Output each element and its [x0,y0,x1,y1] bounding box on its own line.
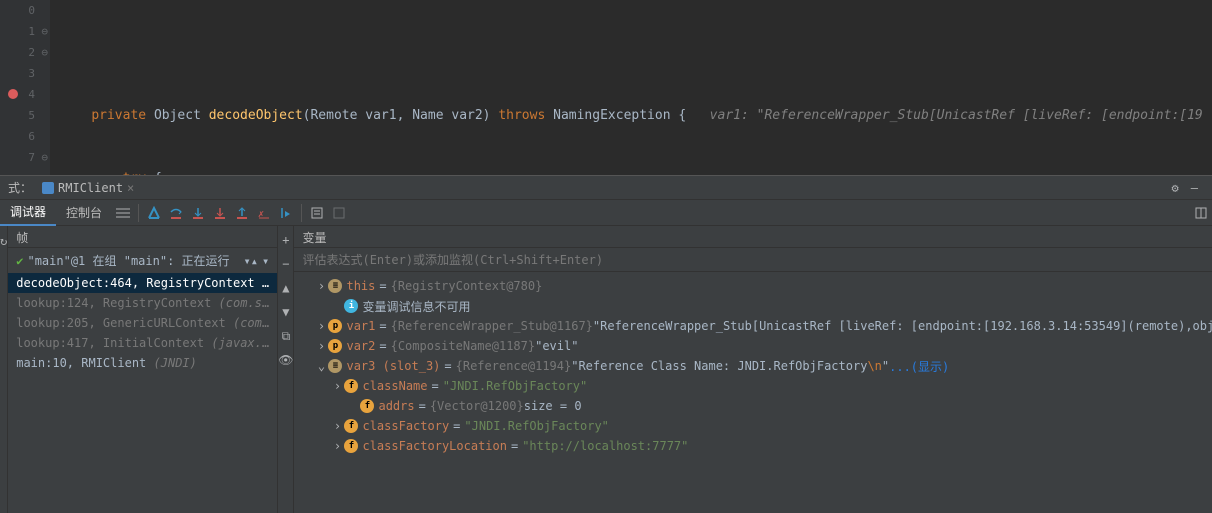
step-out-icon[interactable] [231,202,253,224]
settings-icon[interactable]: ⚙ [1166,181,1185,195]
code-area[interactable]: private Object decodeObject(Remote var1,… [50,0,1212,175]
fold-icon[interactable]: ⊖ [41,21,48,42]
tab-console[interactable]: 控制台 [56,200,112,225]
up-icon[interactable]: ▲ [278,276,293,300]
code-line [50,42,1212,63]
var-var1[interactable]: ›pvar1={ReferenceWrapper_Stub@1167} "Ref… [298,316,1212,336]
class-icon: ≡ [328,279,342,293]
thread-selector[interactable]: ✔ "main"@1 在组 "main": 正在运行 ▾▴ ▾ [8,248,277,273]
frames-panel: 帧 ✔ "main"@1 在组 "main": 正在运行 ▾▴ ▾ decode… [8,226,278,513]
fold-icon[interactable]: ⊖ [41,42,48,63]
code-line: private Object decodeObject(Remote var1,… [50,105,1212,126]
var-classFactory[interactable]: ›fclassFactory="JNDI.RefObjFactory" [298,416,1212,436]
filter-icon[interactable]: ▾▴ [244,254,258,268]
down-icon[interactable]: ▼ [278,300,293,324]
new-watch-icon[interactable]: + [278,228,293,252]
thread-name: "main"@1 在组 "main": 正在运行 [27,252,229,269]
rerun-icon[interactable]: ↻ [0,230,7,252]
run-to-cursor-icon[interactable] [275,202,297,224]
code-editor[interactable]: 0123 4 567 ⊖ ⊖ ⊖ private Object decodeOb… [0,0,1212,175]
hide-icon[interactable]: — [1185,181,1204,195]
check-icon: ✔ [16,254,23,268]
debug-tool-window: 式： RMIClient × ⚙ — 调试器 控制台 ✗ ↻ 帧 [0,175,1212,513]
editor-gutter: 0123 4 567 ⊖ ⊖ ⊖ [0,0,50,175]
fold-icon[interactable]: ⊖ [41,147,48,168]
run-config-name: RMIClient [58,181,123,195]
var-className[interactable]: ›fclassName="JNDI.RefObjFactory" [298,376,1212,396]
var-classFactoryLocation[interactable]: ›fclassFactoryLocation="http://localhost… [298,436,1212,456]
frames-header: 帧 [8,226,277,248]
show-more-link[interactable]: ...(显示) [889,358,949,375]
dropdown-icon[interactable]: ▾ [262,254,269,268]
run-config-tab[interactable]: RMIClient × [36,179,140,197]
var-info: i变量调试信息不可用 [298,296,1212,316]
show-watches-icon[interactable]: 👁 [278,348,293,372]
field-icon: f [360,399,374,413]
debug-side-toolbar: ↻ [0,226,8,513]
stack-frame[interactable]: lookup:205, GenericURLContext (com.sun.j… [8,313,277,333]
copy-icon[interactable]: ⧉ [278,324,293,348]
field-icon: f [344,439,358,453]
debug-prefix: 式： [8,179,32,196]
variables-tree[interactable]: ›≡this={RegistryContext@780} i变量调试信息不可用 … [294,272,1212,513]
close-icon[interactable]: × [127,181,134,195]
evaluate-expression-input[interactable]: 评估表达式(Enter)或添加监视(Ctrl+Shift+Enter) ∞ ▾ [294,248,1212,272]
eval-placeholder: 评估表达式(Enter)或添加监视(Ctrl+Shift+Enter) [302,251,1212,268]
param-icon: p [328,319,342,333]
stack-frame[interactable]: main:10, RMIClient (JNDI) [8,353,277,373]
evaluate-icon[interactable] [306,202,328,224]
layout-icon[interactable] [1190,202,1212,224]
application-icon [42,182,54,194]
field-icon: f [344,379,358,393]
tab-debugger[interactable]: 调试器 [0,199,56,226]
var-var3[interactable]: ⌄≡var3 (slot_3)={Reference@1194} "Refere… [298,356,1212,376]
threads-icon[interactable] [112,202,134,224]
code-line: try { [50,168,1212,175]
variables-panel: 变量 评估表达式(Enter)或添加监视(Ctrl+Shift+Enter) ∞… [294,226,1212,513]
show-execution-icon[interactable] [143,202,165,224]
stack-frame[interactable]: lookup:417, InitialContext (javax.naming… [8,333,277,353]
var-addrs[interactable]: faddrs={Vector@1200} size = 0 [298,396,1212,416]
var-var2[interactable]: ›pvar2={CompositeName@1187} "evil" [298,336,1212,356]
param-icon: p [328,339,342,353]
frame-list[interactable]: decodeObject:464, RegistryContext (com.s… [8,273,277,513]
vars-side-actions: + − ▲ ▼ ⧉ 👁 [278,226,294,513]
step-over-icon[interactable] [165,202,187,224]
stack-frame[interactable]: decodeObject:464, RegistryContext (com.s… [8,273,277,293]
field-icon: f [344,419,358,433]
stack-frame[interactable]: lookup:124, RegistryContext (com.sun.jnd… [8,293,277,313]
breakpoint-icon[interactable] [8,89,18,99]
step-into-icon[interactable] [187,202,209,224]
force-step-into-icon[interactable] [209,202,231,224]
info-icon: i [344,299,358,313]
class-icon: ≡ [328,359,342,373]
drop-frame-icon[interactable]: ✗ [253,202,275,224]
trace-current-icon[interactable] [328,202,350,224]
debug-toolbar: 调试器 控制台 ✗ [0,200,1212,226]
var-this[interactable]: ›≡this={RegistryContext@780} [298,276,1212,296]
variables-header: 变量 [294,226,1212,248]
remove-watch-icon[interactable]: − [278,252,293,276]
debug-header: 式： RMIClient × ⚙ — [0,176,1212,200]
